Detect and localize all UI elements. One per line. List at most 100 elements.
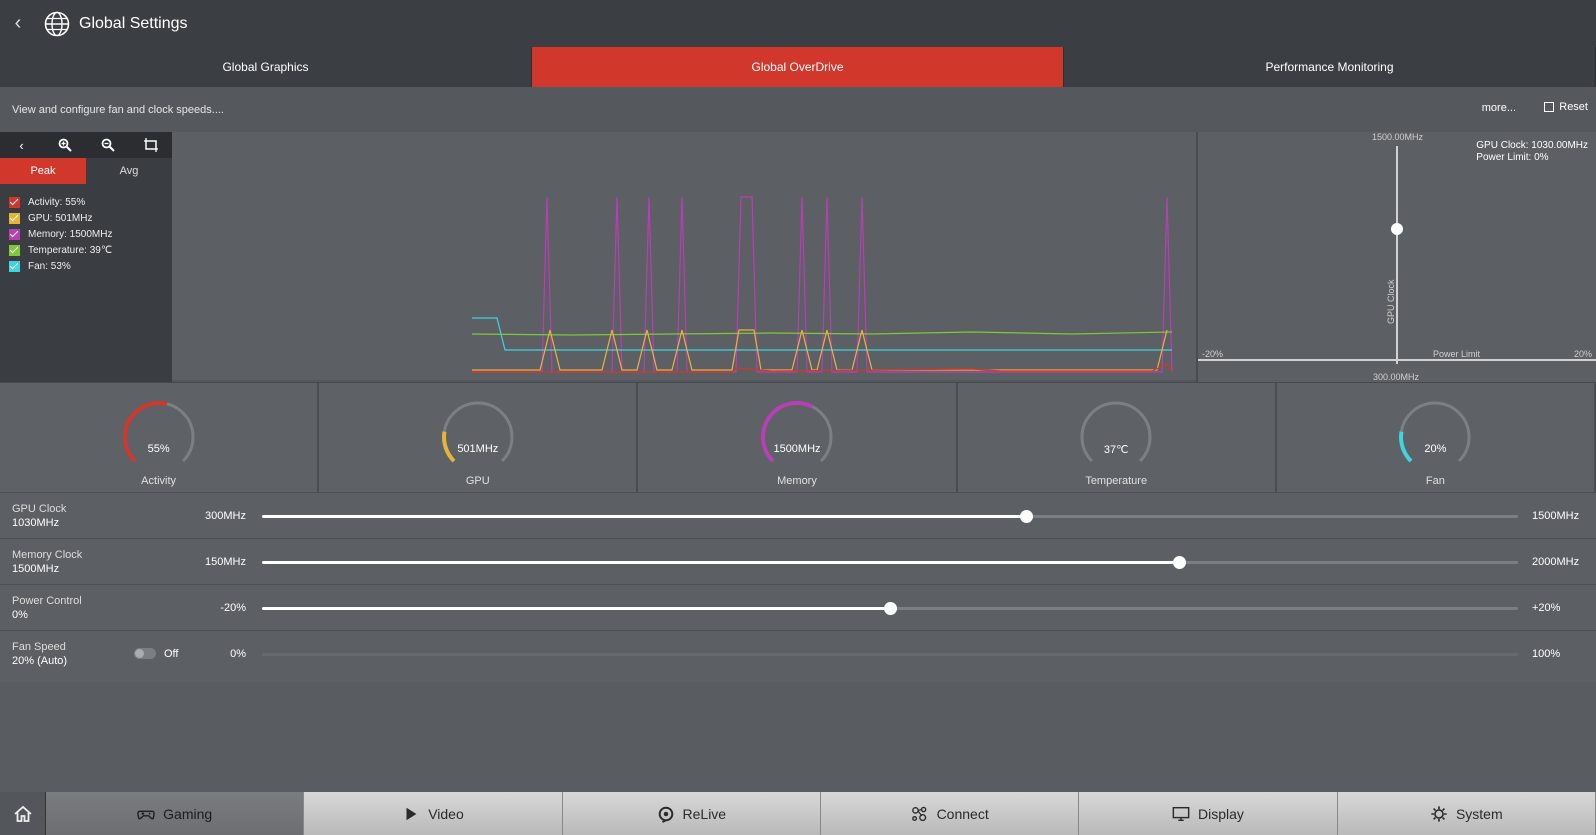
legend-checkbox[interactable]	[9, 260, 20, 272]
gauge-dial	[1399, 401, 1471, 463]
fan-auto-toggle[interactable]	[134, 648, 156, 659]
nav-video[interactable]: Video	[304, 792, 563, 835]
power-clock-handle[interactable]	[1391, 223, 1403, 235]
fan-speed-max: 100%	[1532, 648, 1561, 660]
zoom-out-icon[interactable]	[86, 132, 129, 158]
gauge-value: 55%	[147, 443, 170, 455]
nav-system-label: System	[1455, 805, 1503, 822]
memory-clock-max: 2000MHz	[1532, 556, 1580, 568]
gauge-value: 501MHz	[457, 443, 499, 455]
power-control-slider-knob[interactable]	[884, 602, 897, 615]
memory-clock-slider[interactable]	[262, 556, 1518, 569]
gauge-label: GPU	[465, 475, 490, 487]
nav-connect[interactable]: Connect	[820, 792, 1080, 835]
nav-system[interactable]: System	[1337, 792, 1596, 835]
collapse-arrow-icon[interactable]: ‹	[0, 132, 43, 158]
legend-checkbox[interactable]	[9, 196, 20, 208]
bottom-nav: Gaming Video ReLive Connect Display Syst…	[0, 792, 1596, 835]
memory-series-line	[472, 196, 1173, 373]
memory-clock-slider-knob[interactable]	[1172, 556, 1186, 569]
tab-bar: Global Graphics Global OverDrive Perform…	[0, 47, 1596, 87]
legend-item: Memory: 1500MHz	[9, 226, 172, 242]
info-bar: View and configure fan and clock speeds.…	[0, 87, 1596, 132]
fan-speed-slider	[262, 653, 1518, 656]
legend-label: Temperature: 39℃	[28, 244, 113, 256]
gauge-activity: 55% Activity	[0, 383, 320, 492]
fan-toggle-state: Off	[164, 648, 179, 660]
home-icon	[13, 805, 32, 822]
fit-screen-icon[interactable]	[129, 132, 172, 158]
gauge-temperature: 37℃ Temperature	[958, 383, 1277, 492]
tab-global-graphics[interactable]: Global Graphics	[0, 47, 532, 87]
globe-icon	[44, 11, 70, 36]
peak-avg-toggle: Peak Avg	[0, 158, 172, 184]
gauge-memory: 1500MHz Memory	[638, 383, 958, 492]
power-control-label: Power Control	[12, 595, 82, 607]
gpu-clock-slider-knob[interactable]	[1019, 510, 1033, 523]
legend-label: Fan: 53%	[28, 260, 71, 272]
peak-button[interactable]: Peak	[0, 158, 86, 184]
power-clock-readout: GPU Clock: 1030.00MHz Power Limit: 0%	[1476, 140, 1588, 164]
gauge-value: 37℃	[1103, 444, 1129, 456]
gpu-clock-value: 1030MHz	[12, 517, 60, 529]
gauge-dial	[122, 401, 195, 463]
monitor-icon	[1172, 806, 1190, 821]
legend-checkbox[interactable]	[9, 228, 20, 240]
back-arrow-icon[interactable]: ‹	[6, 12, 30, 36]
more-link[interactable]: more...	[1482, 102, 1516, 114]
fan-speed-value: 20% (Auto)	[12, 655, 68, 667]
reset-button[interactable]: Reset	[1544, 101, 1588, 113]
legend-checkbox[interactable]	[9, 212, 20, 224]
nav-display-label: Display	[1198, 805, 1244, 822]
relive-icon	[658, 806, 673, 823]
fan-speed-min: 0%	[230, 648, 246, 660]
gear-icon	[1431, 805, 1447, 822]
nav-gaming[interactable]: Gaming	[46, 792, 305, 835]
memory-clock-slider-fill	[262, 561, 1179, 564]
tab-global-overdrive[interactable]: Global OverDrive	[532, 47, 1064, 87]
nav-display[interactable]: Display	[1079, 792, 1338, 835]
gpu-clock-slider[interactable]	[262, 510, 1518, 523]
power-control-value: 0%	[12, 609, 28, 621]
power-control-max: +20%	[1532, 602, 1561, 614]
legend-label: Memory: 1500MHz	[28, 228, 113, 240]
home-button[interactable]	[0, 792, 46, 835]
content-empty-area	[0, 682, 1596, 792]
memory-clock-value: 1500MHz	[12, 563, 60, 575]
power-clock-chart: 1500.00MHz 300.00MHz -20% 20% Power Limi…	[1196, 132, 1596, 382]
metric-legend: Activity: 55% GPU: 501MHz Memory: 1500MHz T…	[0, 194, 172, 274]
power-control-slider[interactable]	[262, 602, 1518, 615]
nav-relive[interactable]: ReLive	[562, 792, 821, 835]
graph-toolbar: ‹	[0, 132, 172, 158]
play-icon	[406, 807, 417, 820]
memory-clock-min: 150MHz	[205, 556, 246, 568]
zoom-in-icon[interactable]	[43, 132, 86, 158]
gpu-clock-min: 300MHz	[205, 510, 246, 522]
metric-gauges: 55% Activity 501MHz GPU 1500MHz Memory 37℃ T…	[0, 382, 1596, 492]
power-control-slider-fill	[262, 607, 890, 610]
gauge-dial	[441, 401, 514, 463]
gauge-label: Memory	[777, 475, 817, 487]
gauge-value: 1500MHz	[773, 443, 821, 455]
performance-graph	[172, 132, 1196, 382]
legend-checkbox[interactable]	[9, 244, 20, 256]
legend-item: Temperature: 39℃	[9, 242, 172, 258]
avg-button[interactable]: Avg	[86, 158, 172, 184]
legend-label: Activity: 55%	[28, 196, 86, 208]
gpu-clock-readout: GPU Clock: 1030.00MHz	[1476, 140, 1588, 151]
nav-relive-label: ReLive	[682, 805, 727, 822]
gpu-clock-max: 1500MHz	[1532, 510, 1580, 522]
graph-legend-panel: ‹ Peak Avg Activity: 55% GPU: 501MHz Memor…	[0, 132, 172, 382]
memory-clock-row: Memory Clock 1500MHz 150MHz 2000MHz	[0, 538, 1596, 584]
connect-icon	[911, 806, 926, 821]
gamepad-icon	[137, 810, 155, 819]
legend-label: GPU: 501MHz	[28, 212, 93, 224]
page-title: Global Settings	[79, 14, 188, 32]
power-control-min: -20%	[220, 602, 246, 614]
tab-performance-monitoring[interactable]: Performance Monitoring	[1064, 47, 1596, 87]
gauge-label: Activity	[141, 475, 177, 487]
legend-item: GPU: 501MHz	[9, 210, 172, 226]
gauge-dial	[1080, 401, 1152, 463]
gpu-clock-slider-fill	[262, 515, 1026, 518]
performance-graph-canvas	[172, 196, 1196, 382]
